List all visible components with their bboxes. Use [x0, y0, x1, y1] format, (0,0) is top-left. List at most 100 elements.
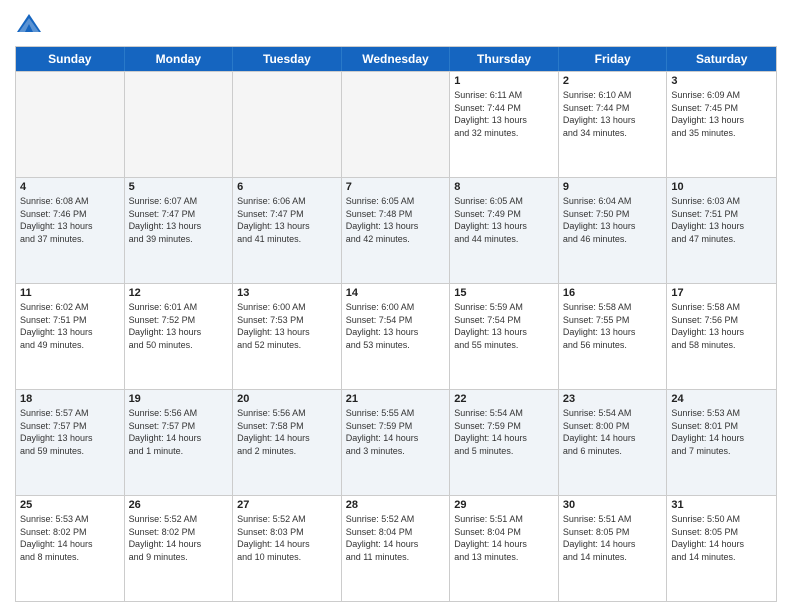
- day-cell-19: 19 Sunrise: 5:56 AM Sunset: 7:57 PM Dayli…: [125, 390, 234, 495]
- day-info: Sunrise: 5:52 AM Sunset: 8:02 PM Dayligh…: [129, 513, 229, 563]
- day-info: Sunrise: 6:10 AM Sunset: 7:44 PM Dayligh…: [563, 89, 663, 139]
- day-info: Sunrise: 6:08 AM Sunset: 7:46 PM Dayligh…: [20, 195, 120, 245]
- day-number: 22: [454, 393, 554, 405]
- day-info: Sunrise: 6:02 AM Sunset: 7:51 PM Dayligh…: [20, 301, 120, 351]
- day-info: Sunrise: 5:52 AM Sunset: 8:03 PM Dayligh…: [237, 513, 337, 563]
- header-day-thursday: Thursday: [450, 47, 559, 71]
- day-info: Sunrise: 6:07 AM Sunset: 7:47 PM Dayligh…: [129, 195, 229, 245]
- day-cell-29: 29 Sunrise: 5:51 AM Sunset: 8:04 PM Dayli…: [450, 496, 559, 601]
- day-cell-23: 23 Sunrise: 5:54 AM Sunset: 8:00 PM Dayli…: [559, 390, 668, 495]
- day-info: Sunrise: 5:56 AM Sunset: 7:57 PM Dayligh…: [129, 407, 229, 457]
- day-info: Sunrise: 5:50 AM Sunset: 8:05 PM Dayligh…: [671, 513, 772, 563]
- header-day-saturday: Saturday: [667, 47, 776, 71]
- calendar-body: 1Sunrise: 6:11 AM Sunset: 7:44 PM Daylig…: [16, 71, 776, 601]
- day-number: 5: [129, 181, 229, 193]
- day-number: 26: [129, 499, 229, 511]
- day-info: Sunrise: 5:53 AM Sunset: 8:01 PM Dayligh…: [671, 407, 772, 457]
- day-number: 7: [346, 181, 446, 193]
- header-day-monday: Monday: [125, 47, 234, 71]
- day-info: Sunrise: 5:54 AM Sunset: 7:59 PM Dayligh…: [454, 407, 554, 457]
- day-info: Sunrise: 6:09 AM Sunset: 7:45 PM Dayligh…: [671, 89, 772, 139]
- calendar-header-row: SundayMondayTuesdayWednesdayThursdayFrid…: [16, 47, 776, 71]
- week-row-2: 4 Sunrise: 6:08 AM Sunset: 7:46 PM Daylig…: [16, 177, 776, 283]
- week-row-5: 25Sunrise: 5:53 AM Sunset: 8:02 PM Dayli…: [16, 495, 776, 601]
- calendar: SundayMondayTuesdayWednesdayThursdayFrid…: [15, 46, 777, 602]
- day-info: Sunrise: 6:06 AM Sunset: 7:47 PM Dayligh…: [237, 195, 337, 245]
- day-info: Sunrise: 5:57 AM Sunset: 7:57 PM Dayligh…: [20, 407, 120, 457]
- day-cell-2: 2 Sunrise: 6:10 AM Sunset: 7:44 PM Daylig…: [559, 72, 668, 177]
- day-number: 23: [563, 393, 663, 405]
- day-number: 10: [671, 181, 772, 193]
- day-cell-31: 31Sunrise: 5:50 AM Sunset: 8:05 PM Dayli…: [667, 496, 776, 601]
- day-cell-1: 1Sunrise: 6:11 AM Sunset: 7:44 PM Daylig…: [450, 72, 559, 177]
- day-info: Sunrise: 6:00 AM Sunset: 7:54 PM Dayligh…: [346, 301, 446, 351]
- day-number: 11: [20, 287, 120, 299]
- day-number: 8: [454, 181, 554, 193]
- day-cell-6: 6Sunrise: 6:06 AM Sunset: 7:47 PM Daylig…: [233, 178, 342, 283]
- day-cell-12: 12 Sunrise: 6:01 AM Sunset: 7:52 PM Dayli…: [125, 284, 234, 389]
- week-row-1: 1Sunrise: 6:11 AM Sunset: 7:44 PM Daylig…: [16, 71, 776, 177]
- day-number: 3: [671, 75, 772, 87]
- day-number: 13: [237, 287, 337, 299]
- day-number: 21: [346, 393, 446, 405]
- day-info: Sunrise: 6:05 AM Sunset: 7:49 PM Dayligh…: [454, 195, 554, 245]
- empty-cell: [233, 72, 342, 177]
- day-cell-16: 16Sunrise: 5:58 AM Sunset: 7:55 PM Dayli…: [559, 284, 668, 389]
- day-number: 17: [671, 287, 772, 299]
- day-number: 16: [563, 287, 663, 299]
- day-info: Sunrise: 5:59 AM Sunset: 7:54 PM Dayligh…: [454, 301, 554, 351]
- day-cell-10: 10 Sunrise: 6:03 AM Sunset: 7:51 PM Dayli…: [667, 178, 776, 283]
- day-info: Sunrise: 5:51 AM Sunset: 8:05 PM Dayligh…: [563, 513, 663, 563]
- day-number: 1: [454, 75, 554, 87]
- day-cell-13: 13 Sunrise: 6:00 AM Sunset: 7:53 PM Dayli…: [233, 284, 342, 389]
- day-info: Sunrise: 5:52 AM Sunset: 8:04 PM Dayligh…: [346, 513, 446, 563]
- day-number: 18: [20, 393, 120, 405]
- day-cell-14: 14 Sunrise: 6:00 AM Sunset: 7:54 PM Dayli…: [342, 284, 451, 389]
- day-cell-30: 30 Sunrise: 5:51 AM Sunset: 8:05 PM Dayli…: [559, 496, 668, 601]
- day-number: 14: [346, 287, 446, 299]
- header: [15, 10, 777, 38]
- day-info: Sunrise: 5:53 AM Sunset: 8:02 PM Dayligh…: [20, 513, 120, 563]
- logo-icon: [15, 10, 43, 38]
- week-row-4: 18 Sunrise: 5:57 AM Sunset: 7:57 PM Dayli…: [16, 389, 776, 495]
- day-info: Sunrise: 6:03 AM Sunset: 7:51 PM Dayligh…: [671, 195, 772, 245]
- day-number: 19: [129, 393, 229, 405]
- day-cell-3: 3 Sunrise: 6:09 AM Sunset: 7:45 PM Daylig…: [667, 72, 776, 177]
- day-cell-28: 28 Sunrise: 5:52 AM Sunset: 8:04 PM Dayli…: [342, 496, 451, 601]
- day-cell-20: 20Sunrise: 5:56 AM Sunset: 7:58 PM Dayli…: [233, 390, 342, 495]
- day-number: 28: [346, 499, 446, 511]
- day-cell-27: 27Sunrise: 5:52 AM Sunset: 8:03 PM Dayli…: [233, 496, 342, 601]
- day-info: Sunrise: 6:00 AM Sunset: 7:53 PM Dayligh…: [237, 301, 337, 351]
- empty-cell: [342, 72, 451, 177]
- day-cell-26: 26 Sunrise: 5:52 AM Sunset: 8:02 PM Dayli…: [125, 496, 234, 601]
- day-cell-25: 25Sunrise: 5:53 AM Sunset: 8:02 PM Dayli…: [16, 496, 125, 601]
- day-number: 4: [20, 181, 120, 193]
- day-cell-9: 9 Sunrise: 6:04 AM Sunset: 7:50 PM Daylig…: [559, 178, 668, 283]
- day-info: Sunrise: 5:54 AM Sunset: 8:00 PM Dayligh…: [563, 407, 663, 457]
- day-number: 12: [129, 287, 229, 299]
- page: SundayMondayTuesdayWednesdayThursdayFrid…: [0, 0, 792, 612]
- week-row-3: 11 Sunrise: 6:02 AM Sunset: 7:51 PM Dayli…: [16, 283, 776, 389]
- header-day-sunday: Sunday: [16, 47, 125, 71]
- day-cell-24: 24 Sunrise: 5:53 AM Sunset: 8:01 PM Dayli…: [667, 390, 776, 495]
- day-number: 2: [563, 75, 663, 87]
- day-info: Sunrise: 5:51 AM Sunset: 8:04 PM Dayligh…: [454, 513, 554, 563]
- day-cell-4: 4 Sunrise: 6:08 AM Sunset: 7:46 PM Daylig…: [16, 178, 125, 283]
- day-info: Sunrise: 5:58 AM Sunset: 7:56 PM Dayligh…: [671, 301, 772, 351]
- day-number: 24: [671, 393, 772, 405]
- header-day-tuesday: Tuesday: [233, 47, 342, 71]
- day-cell-8: 8 Sunrise: 6:05 AM Sunset: 7:49 PM Daylig…: [450, 178, 559, 283]
- day-info: Sunrise: 6:01 AM Sunset: 7:52 PM Dayligh…: [129, 301, 229, 351]
- day-number: 9: [563, 181, 663, 193]
- day-info: Sunrise: 6:04 AM Sunset: 7:50 PM Dayligh…: [563, 195, 663, 245]
- day-cell-22: 22 Sunrise: 5:54 AM Sunset: 7:59 PM Dayli…: [450, 390, 559, 495]
- day-number: 30: [563, 499, 663, 511]
- header-day-wednesday: Wednesday: [342, 47, 451, 71]
- day-cell-11: 11 Sunrise: 6:02 AM Sunset: 7:51 PM Dayli…: [16, 284, 125, 389]
- day-number: 15: [454, 287, 554, 299]
- header-day-friday: Friday: [559, 47, 668, 71]
- day-cell-7: 7Sunrise: 6:05 AM Sunset: 7:48 PM Daylig…: [342, 178, 451, 283]
- day-info: Sunrise: 5:55 AM Sunset: 7:59 PM Dayligh…: [346, 407, 446, 457]
- day-info: Sunrise: 5:56 AM Sunset: 7:58 PM Dayligh…: [237, 407, 337, 457]
- day-number: 29: [454, 499, 554, 511]
